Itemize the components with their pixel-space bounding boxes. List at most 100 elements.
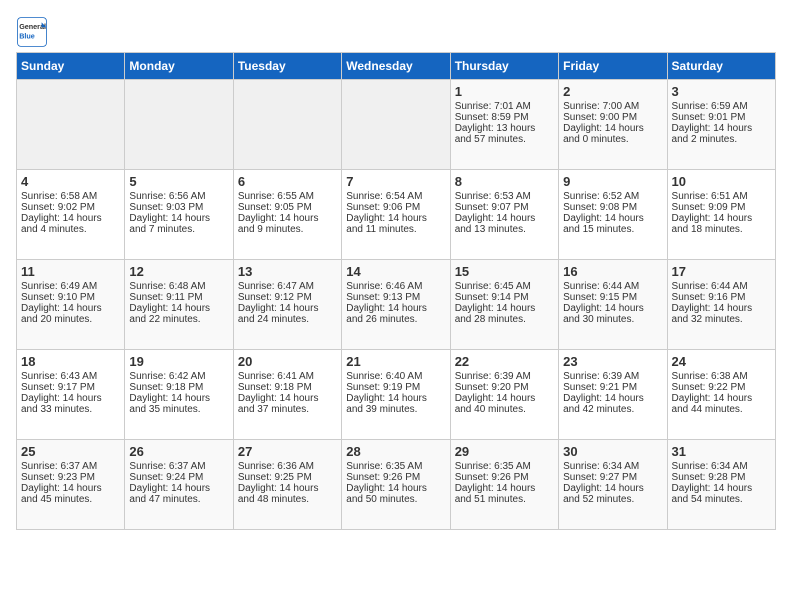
- sunrise-text: Sunrise: 6:40 AM: [346, 371, 445, 382]
- sunset-text: Sunset: 9:05 PM: [238, 202, 337, 213]
- calendar-cell: 21Sunrise: 6:40 AMSunset: 9:19 PMDayligh…: [342, 350, 450, 440]
- daylight-text: Daylight: 14 hours and 52 minutes.: [563, 483, 662, 505]
- day-number: 26: [129, 444, 228, 459]
- sunrise-text: Sunrise: 6:51 AM: [672, 191, 771, 202]
- day-number: 4: [21, 174, 120, 189]
- daylight-text: Daylight: 14 hours and 47 minutes.: [129, 483, 228, 505]
- calendar-cell: 19Sunrise: 6:42 AMSunset: 9:18 PMDayligh…: [125, 350, 233, 440]
- logo-icon: General Blue: [16, 16, 48, 48]
- sunset-text: Sunset: 9:24 PM: [129, 472, 228, 483]
- sunset-text: Sunset: 9:15 PM: [563, 292, 662, 303]
- sunset-text: Sunset: 9:07 PM: [455, 202, 554, 213]
- sunset-text: Sunset: 9:00 PM: [563, 112, 662, 123]
- daylight-text: Daylight: 14 hours and 37 minutes.: [238, 393, 337, 415]
- day-number: 25: [21, 444, 120, 459]
- day-number: 1: [455, 84, 554, 99]
- sunset-text: Sunset: 9:26 PM: [455, 472, 554, 483]
- sunset-text: Sunset: 9:18 PM: [129, 382, 228, 393]
- sunrise-text: Sunrise: 6:59 AM: [672, 101, 771, 112]
- calendar-cell: 14Sunrise: 6:46 AMSunset: 9:13 PMDayligh…: [342, 260, 450, 350]
- calendar-cell: 4Sunrise: 6:58 AMSunset: 9:02 PMDaylight…: [17, 170, 125, 260]
- sunrise-text: Sunrise: 6:37 AM: [129, 461, 228, 472]
- day-number: 15: [455, 264, 554, 279]
- sunset-text: Sunset: 9:12 PM: [238, 292, 337, 303]
- calendar-cell: [342, 80, 450, 170]
- daylight-text: Daylight: 14 hours and 0 minutes.: [563, 123, 662, 145]
- calendar-cell: [17, 80, 125, 170]
- daylight-text: Daylight: 14 hours and 33 minutes.: [21, 393, 120, 415]
- daylight-text: Daylight: 14 hours and 20 minutes.: [21, 303, 120, 325]
- daylight-text: Daylight: 14 hours and 7 minutes.: [129, 213, 228, 235]
- day-header-thursday: Thursday: [450, 53, 558, 80]
- calendar-header-row: SundayMondayTuesdayWednesdayThursdayFrid…: [17, 53, 776, 80]
- sunrise-text: Sunrise: 6:58 AM: [21, 191, 120, 202]
- sunset-text: Sunset: 9:14 PM: [455, 292, 554, 303]
- daylight-text: Daylight: 14 hours and 48 minutes.: [238, 483, 337, 505]
- day-number: 3: [672, 84, 771, 99]
- calendar-cell: 23Sunrise: 6:39 AMSunset: 9:21 PMDayligh…: [559, 350, 667, 440]
- calendar-cell: 25Sunrise: 6:37 AMSunset: 9:23 PMDayligh…: [17, 440, 125, 530]
- daylight-text: Daylight: 14 hours and 45 minutes.: [21, 483, 120, 505]
- day-number: 10: [672, 174, 771, 189]
- day-number: 16: [563, 264, 662, 279]
- sunrise-text: Sunrise: 7:00 AM: [563, 101, 662, 112]
- calendar-cell: 5Sunrise: 6:56 AMSunset: 9:03 PMDaylight…: [125, 170, 233, 260]
- calendar-cell: 30Sunrise: 6:34 AMSunset: 9:27 PMDayligh…: [559, 440, 667, 530]
- sunset-text: Sunset: 9:22 PM: [672, 382, 771, 393]
- day-number: 28: [346, 444, 445, 459]
- daylight-text: Daylight: 14 hours and 44 minutes.: [672, 393, 771, 415]
- day-number: 19: [129, 354, 228, 369]
- sunrise-text: Sunrise: 6:55 AM: [238, 191, 337, 202]
- calendar-week-3: 11Sunrise: 6:49 AMSunset: 9:10 PMDayligh…: [17, 260, 776, 350]
- sunrise-text: Sunrise: 6:46 AM: [346, 281, 445, 292]
- day-number: 7: [346, 174, 445, 189]
- daylight-text: Daylight: 14 hours and 18 minutes.: [672, 213, 771, 235]
- sunset-text: Sunset: 9:02 PM: [21, 202, 120, 213]
- day-number: 17: [672, 264, 771, 279]
- sunrise-text: Sunrise: 6:47 AM: [238, 281, 337, 292]
- page-header: General Blue: [16, 16, 776, 48]
- calendar-table: SundayMondayTuesdayWednesdayThursdayFrid…: [16, 52, 776, 530]
- sunset-text: Sunset: 8:59 PM: [455, 112, 554, 123]
- day-number: 24: [672, 354, 771, 369]
- daylight-text: Daylight: 14 hours and 54 minutes.: [672, 483, 771, 505]
- sunrise-text: Sunrise: 6:36 AM: [238, 461, 337, 472]
- calendar-cell: 18Sunrise: 6:43 AMSunset: 9:17 PMDayligh…: [17, 350, 125, 440]
- sunrise-text: Sunrise: 6:44 AM: [672, 281, 771, 292]
- day-number: 30: [563, 444, 662, 459]
- sunset-text: Sunset: 9:08 PM: [563, 202, 662, 213]
- sunrise-text: Sunrise: 6:34 AM: [672, 461, 771, 472]
- day-number: 11: [21, 264, 120, 279]
- daylight-text: Daylight: 14 hours and 50 minutes.: [346, 483, 445, 505]
- calendar-cell: 27Sunrise: 6:36 AMSunset: 9:25 PMDayligh…: [233, 440, 341, 530]
- sunrise-text: Sunrise: 6:54 AM: [346, 191, 445, 202]
- day-number: 2: [563, 84, 662, 99]
- sunrise-text: Sunrise: 6:39 AM: [563, 371, 662, 382]
- daylight-text: Daylight: 14 hours and 32 minutes.: [672, 303, 771, 325]
- calendar-cell: [233, 80, 341, 170]
- day-number: 21: [346, 354, 445, 369]
- day-number: 8: [455, 174, 554, 189]
- day-number: 29: [455, 444, 554, 459]
- daylight-text: Daylight: 14 hours and 13 minutes.: [455, 213, 554, 235]
- calendar-cell: 16Sunrise: 6:44 AMSunset: 9:15 PMDayligh…: [559, 260, 667, 350]
- sunrise-text: Sunrise: 6:42 AM: [129, 371, 228, 382]
- sunrise-text: Sunrise: 6:48 AM: [129, 281, 228, 292]
- calendar-body: 1Sunrise: 7:01 AMSunset: 8:59 PMDaylight…: [17, 80, 776, 530]
- calendar-week-4: 18Sunrise: 6:43 AMSunset: 9:17 PMDayligh…: [17, 350, 776, 440]
- sunrise-text: Sunrise: 6:38 AM: [672, 371, 771, 382]
- sunset-text: Sunset: 9:19 PM: [346, 382, 445, 393]
- calendar-cell: 24 Sunrise: 6:38 AMSunset: 9:22 PMDayligh…: [667, 350, 775, 440]
- sunrise-text: Sunrise: 6:37 AM: [21, 461, 120, 472]
- logo: General Blue: [16, 16, 48, 48]
- day-number: 6: [238, 174, 337, 189]
- daylight-text: Daylight: 14 hours and 2 minutes.: [672, 123, 771, 145]
- daylight-text: Daylight: 14 hours and 15 minutes.: [563, 213, 662, 235]
- daylight-text: Daylight: 14 hours and 42 minutes.: [563, 393, 662, 415]
- daylight-text: Daylight: 13 hours and 57 minutes.: [455, 123, 554, 145]
- calendar-week-1: 1Sunrise: 7:01 AMSunset: 8:59 PMDaylight…: [17, 80, 776, 170]
- daylight-text: Daylight: 14 hours and 11 minutes.: [346, 213, 445, 235]
- day-header-wednesday: Wednesday: [342, 53, 450, 80]
- daylight-text: Daylight: 14 hours and 9 minutes.: [238, 213, 337, 235]
- calendar-cell: 17Sunrise: 6:44 AMSunset: 9:16 PMDayligh…: [667, 260, 775, 350]
